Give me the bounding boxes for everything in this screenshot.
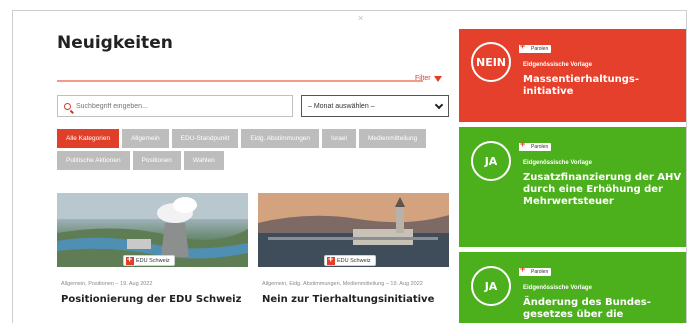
vote-card[interactable]: JA Parolen Eidgenössische Vorlage Änderu… [459,252,686,323]
category-chip[interactable]: Politische Aktionen [57,151,130,170]
recommendation-badge: NEIN [471,42,511,82]
news-card-headline[interactable]: Positionierung der EDU Schweiz [57,294,248,306]
search-input[interactable] [76,102,276,110]
recommendation-badge: JA [471,141,511,181]
parolen-tag: Parolen [519,42,552,53]
category-chip[interactable]: EDU-Standpunkt [171,129,239,148]
chevron-down-icon [434,100,444,109]
vote-title[interactable]: Änderung des Bundes-gesetzes über die [523,297,683,321]
category-chip[interactable]: Allgemein [122,129,169,148]
category-chip[interactable]: Medienmitteilung [358,129,427,148]
vote-kicker: Eidgenössische Vorlage [523,285,592,291]
category-filter: Alle Kategorien Allgemein EDU-Standpunkt… [57,129,437,170]
news-card-image[interactable]: EDU Schweiz [258,193,449,267]
filter-label: Filter [415,75,431,82]
author-badge: EDU Schweiz [123,254,175,266]
search-field[interactable] [57,95,293,117]
vote-card[interactable]: JA Parolen Eidgenössische Vorlage Zusatz… [459,127,686,247]
news-card-meta: Allgemein, Positionen – 19. Aug 2022 [61,281,153,287]
author-badge-label: EDU Schweiz [136,258,170,264]
search-icon [64,102,71,110]
filter-toggle[interactable]: Filter [415,75,442,82]
swiss-cross-icon [327,254,335,265]
funnel-icon [433,75,442,82]
month-select-value: – Monat auswählen – [308,102,375,110]
swiss-cross-icon [519,42,527,53]
swiss-cross-icon [126,254,134,265]
parolen-tag-label: Parolen [531,46,549,52]
parolen-tag-label: Parolen [531,144,549,150]
category-chip[interactable]: Wahlen [183,151,224,170]
author-badge-label: EDU Schweiz [337,258,371,264]
vote-card[interactable]: NEIN Parolen Eidgenössische Vorlage Mass… [459,29,686,122]
swiss-cross-icon [519,265,527,276]
parolen-tag-label: Parolen [531,269,549,275]
parolen-tag: Parolen [519,265,552,276]
category-chip[interactable]: Israel [322,129,356,148]
news-card[interactable]: EDU Schweiz Allgemein, Positionen – 19. … [57,193,248,306]
title-divider [57,80,423,82]
vote-title[interactable]: Zusatzfinanzierung der AHV durch eine Er… [523,172,683,208]
close-mark-icon: × [358,13,364,23]
category-chip[interactable]: Positionen [132,151,181,170]
category-chip[interactable]: Eidg. Abstimmungen [241,129,320,148]
category-chip[interactable]: Alle Kategorien [57,129,120,148]
swiss-cross-icon [519,140,527,151]
news-card[interactable]: EDU Schweiz Allgemein, Eidg. Abstimmunge… [258,193,449,306]
vote-kicker: Eidgenössische Vorlage [523,62,592,68]
browser-viewport: × Neuigkeiten Filter – Monat auswählen –… [12,10,687,323]
recommendation-badge: JA [471,266,511,306]
month-select[interactable]: – Monat auswählen – [301,95,449,117]
news-card-headline[interactable]: Nein zur Tierhaltungsinitiative [258,294,449,306]
vote-title[interactable]: Massentierhaltungs-initiative [523,74,683,98]
page-title: Neuigkeiten [57,33,173,53]
news-card-image[interactable]: EDU Schweiz [57,193,248,267]
author-badge: EDU Schweiz [324,254,376,266]
news-card-meta: Allgemein, Eidg. Abstimmungen, Medienmit… [262,281,423,287]
vote-kicker: Eidgenössische Vorlage [523,160,592,166]
parolen-tag: Parolen [519,140,552,151]
